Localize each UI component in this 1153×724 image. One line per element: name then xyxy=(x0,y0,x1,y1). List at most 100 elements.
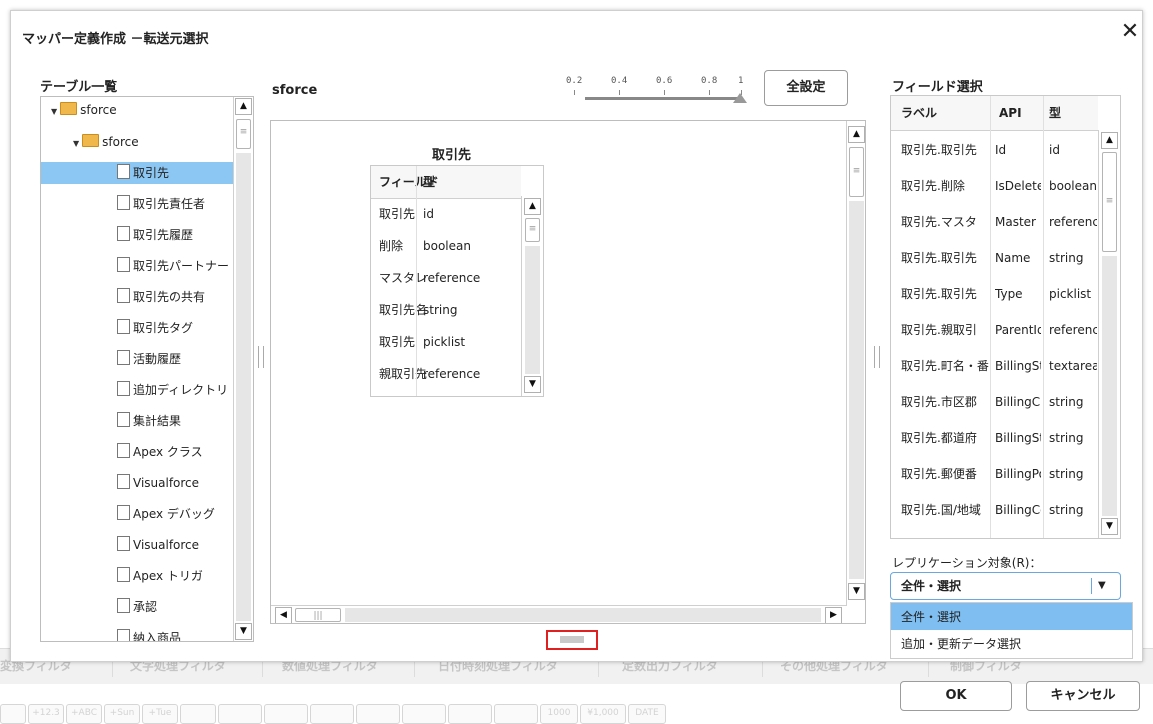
bg-filter-icon xyxy=(0,704,26,724)
scroll-down-icon[interactable]: ▼ xyxy=(235,623,252,640)
tree-item-table[interactable]: 追加ディレクトリ xyxy=(41,379,253,401)
entity-field-table[interactable]: フィールド 型 取引先 id 削除 boolean マスタレ reference 取引先名 s… xyxy=(370,165,544,397)
scroll-thumb[interactable]: ≡ xyxy=(1102,152,1117,252)
tree-item-table[interactable]: 取引先タグ xyxy=(41,317,253,339)
field-row[interactable]: 取引先.都道府 BillingState string xyxy=(891,420,1098,456)
tree-folder-root[interactable]: ▼ sforce xyxy=(41,99,241,121)
tree-item-table[interactable]: 取引先履歴 xyxy=(41,224,253,246)
scroll-up-icon[interactable]: ▲ xyxy=(235,98,252,115)
entity-field-row[interactable]: 取引先 picklist xyxy=(371,326,521,358)
field-row[interactable]: 取引先.国/地域 BillingCountry string xyxy=(891,492,1098,528)
bg-filter-icon xyxy=(494,704,538,724)
zoom-slider-handle[interactable] xyxy=(733,93,747,103)
entity-field-row[interactable]: 削除 boolean xyxy=(371,230,521,262)
scroll-down-icon[interactable]: ▼ xyxy=(524,376,541,393)
ok-button[interactable]: OK xyxy=(900,681,1012,711)
tree-scrollbar[interactable]: ▲ ≡ ▼ xyxy=(233,97,253,641)
scroll-track[interactable] xyxy=(1102,256,1117,516)
tree-item-table[interactable]: 活動履歴 xyxy=(41,348,253,370)
tree-item-table[interactable]: 取引先 xyxy=(41,162,253,184)
scroll-track[interactable] xyxy=(849,201,864,579)
resize-grip-icon[interactable] xyxy=(560,636,584,643)
scroll-track[interactable] xyxy=(525,246,540,374)
scroll-track[interactable] xyxy=(345,608,821,622)
field-label-cell: 取引先.親取引 xyxy=(901,323,977,337)
scroll-thumb[interactable]: ≡ xyxy=(849,147,864,197)
cancel-button[interactable]: キャンセル xyxy=(1026,681,1140,711)
canvas-h-scrollbar[interactable]: ◀ ||| ▶ xyxy=(271,605,847,623)
entity-table-scrollbar[interactable]: ▲ ≡ ▼ xyxy=(521,196,543,396)
expand-triangle-icon[interactable]: ▼ xyxy=(73,133,79,155)
tree-folder-child[interactable]: ▼ sforce xyxy=(41,131,253,155)
set-all-button[interactable]: 全設定 xyxy=(764,70,848,106)
zoom-tick-label: 1 xyxy=(738,76,744,86)
field-api-cell: Type xyxy=(995,287,1023,301)
tree-item-table[interactable]: 承認 xyxy=(41,596,253,618)
field-api-cell: BillingCity xyxy=(995,395,1041,409)
scroll-up-icon[interactable]: ▲ xyxy=(1101,132,1118,149)
entity-field-row[interactable]: マスタレ reference xyxy=(371,262,521,294)
field-label-cell: 取引先.取引先 xyxy=(901,287,977,301)
field-type-cell: reference xyxy=(423,367,481,381)
replication-option-all[interactable]: 全件・選択 xyxy=(890,602,1133,631)
resize-handle-highlight[interactable] xyxy=(546,630,598,650)
chevron-down-icon[interactable]: ▼ xyxy=(1098,573,1106,599)
entity-field-row[interactable]: 取引先名 string xyxy=(371,294,521,326)
field-row[interactable]: 取引先.マスタ Master reference xyxy=(891,204,1098,240)
field-label-cell: 取引先.マスタ xyxy=(901,215,977,229)
scroll-down-icon[interactable]: ▼ xyxy=(848,583,865,600)
tree-item-label: Visualforce xyxy=(133,538,200,552)
scroll-thumb[interactable]: ≡ xyxy=(525,218,540,242)
field-row[interactable]: 取引先.取引先 Type picklist xyxy=(891,276,1098,312)
zoom-slider-track[interactable] xyxy=(585,97,741,100)
mapping-canvas[interactable]: ▲ ≡ ▼ ◀ ||| ▶ xyxy=(270,120,866,624)
field-row[interactable]: 取引先.削除 IsDeleted boolean xyxy=(891,168,1098,204)
field-row[interactable]: 取引先.町名・番 BillingStreet textarea xyxy=(891,348,1098,384)
tree-item-table[interactable]: Apex トリガ xyxy=(41,565,253,587)
field-row[interactable]: 取引先.市区郡 BillingCity string xyxy=(891,384,1098,420)
field-row[interactable]: 取引先.郵便番 BillingPostalCode string xyxy=(891,456,1098,492)
tree-item-label: 集計結果 xyxy=(133,414,182,428)
replication-option-diff[interactable]: 追加・更新データ選択 xyxy=(890,630,1133,659)
scroll-up-icon[interactable]: ▲ xyxy=(524,198,541,215)
field-type-cell: string xyxy=(1049,503,1084,517)
field-row[interactable]: 取引先.親取引 ParentId reference xyxy=(891,312,1098,348)
field-row[interactable]: 取引先.取引先 Id id xyxy=(891,132,1098,168)
field-name-cell: 親取引先 xyxy=(379,367,428,381)
zoom-tick-label: 0.2 xyxy=(566,76,583,86)
tree-item-table[interactable]: 納入商品 xyxy=(41,627,253,641)
entity-field-row[interactable]: 取引先 id xyxy=(371,198,521,230)
tree-item-label: Apex クラス xyxy=(133,445,203,459)
tree-item-table[interactable]: Visualforce xyxy=(41,534,253,556)
field-grid-scrollbar[interactable]: ▲ ≡ ▼ xyxy=(1098,130,1120,538)
scroll-thumb[interactable]: ||| xyxy=(295,608,341,622)
scroll-track[interactable] xyxy=(236,153,251,621)
right-splitter-handle[interactable] xyxy=(874,346,880,368)
left-splitter-handle[interactable] xyxy=(258,346,264,368)
tree-item-table[interactable]: 取引先責任者 xyxy=(41,193,253,215)
field-row[interactable]: 取引先.取引先 Name string xyxy=(891,240,1098,276)
canvas-v-scrollbar[interactable]: ▲ ≡ ▼ xyxy=(846,121,865,605)
tree-item-table[interactable]: Apex クラス xyxy=(41,441,253,463)
expand-triangle-icon[interactable]: ▼ xyxy=(51,101,57,123)
tree-item-table[interactable]: Visualforce xyxy=(41,472,253,494)
scroll-right-icon[interactable]: ▶ xyxy=(825,607,842,623)
tree-item-table[interactable]: 取引先パートナー xyxy=(41,255,253,277)
field-select-grid[interactable]: ラベル API 型 取引先.取引先 Id id 取引先.削除 IsDeleted bool… xyxy=(890,95,1121,539)
field-name-cell: 削除 xyxy=(379,239,404,253)
close-icon[interactable]: ✕ xyxy=(1118,20,1142,44)
entity-field-row[interactable]: 取引先 textarea xyxy=(371,390,521,396)
field-label-cell: 取引先.郵便番 xyxy=(901,467,977,481)
scroll-thumb[interactable]: ≡ xyxy=(236,119,251,149)
tree-item-label: 取引先パートナー xyxy=(133,259,230,273)
column-divider xyxy=(1043,96,1044,538)
tree-item-table[interactable]: 取引先の共有 xyxy=(41,286,253,308)
scroll-left-icon[interactable]: ◀ xyxy=(275,607,292,623)
entity-field-row[interactable]: 親取引先 reference xyxy=(371,358,521,390)
tree-item-table[interactable]: Apex デバッグ xyxy=(41,503,253,525)
field-api-cell: IsDeleted xyxy=(995,179,1041,193)
scroll-up-icon[interactable]: ▲ xyxy=(848,126,865,143)
tree-item-table[interactable]: 集計結果 xyxy=(41,410,253,432)
scroll-down-icon[interactable]: ▼ xyxy=(1101,518,1118,535)
replication-select[interactable]: 全件・選択 ▼ xyxy=(890,572,1121,600)
